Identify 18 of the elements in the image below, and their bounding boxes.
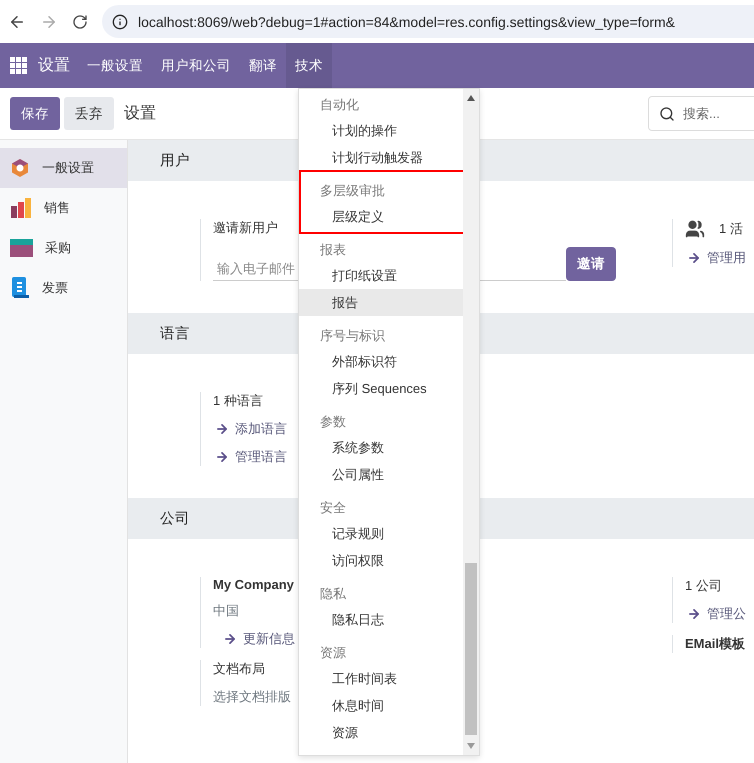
menu-group-header: 自动化 bbox=[319, 96, 360, 114]
menu-group-header: 多层级审批 bbox=[319, 182, 386, 200]
setting-description: 中国 bbox=[213, 602, 239, 620]
setting-label: 1 公司 bbox=[685, 577, 722, 595]
menu-group-header: 隐私 bbox=[319, 585, 347, 603]
setting-description: 选择文档排版 bbox=[213, 688, 291, 706]
setting-label: 文档布局 bbox=[213, 660, 265, 678]
setting-label: EMail模板 bbox=[685, 635, 745, 653]
menu-group-header: 参数 bbox=[319, 413, 347, 431]
menu-group-header: 资源 bbox=[319, 644, 347, 662]
menu-group-header: 报表 bbox=[319, 241, 347, 259]
menu-group-header: 序号与标识 bbox=[319, 327, 386, 345]
setting-label: 邀请新用户 bbox=[213, 219, 278, 237]
setting-label: My Company bbox=[213, 577, 294, 592]
setting-label: 1 种语言 bbox=[213, 392, 263, 410]
menu-group-header: 安全 bbox=[319, 499, 347, 517]
user-count: 1 活 bbox=[719, 220, 743, 238]
breadcrumb: 设置 bbox=[124, 104, 156, 124]
